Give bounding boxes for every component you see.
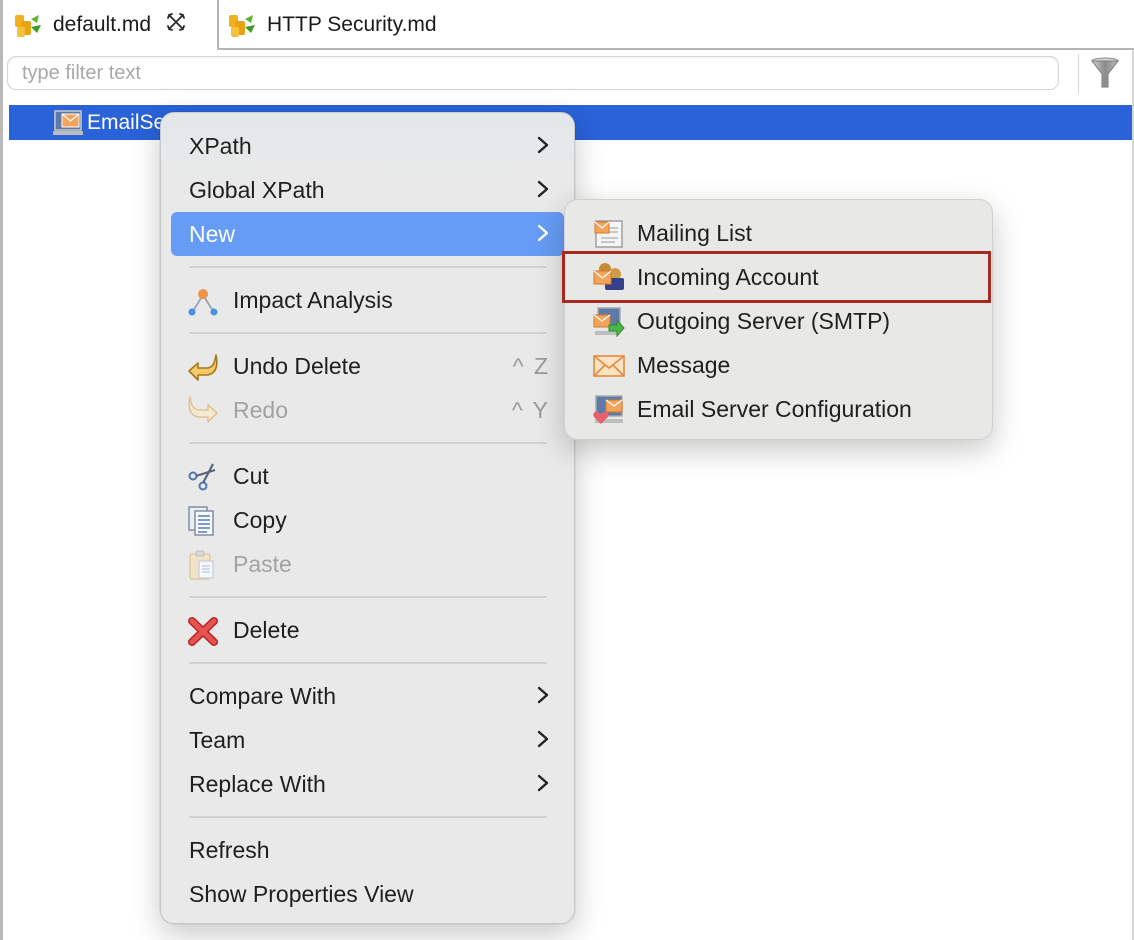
paste-icon: [187, 550, 219, 580]
menu-item-impact-analysis[interactable]: Impact Analysis: [171, 278, 564, 322]
menu-item-redo[interactable]: Redo ^ Y: [171, 388, 564, 432]
menu-item-label: Paste: [233, 550, 292, 577]
email-server-icon: [53, 109, 83, 137]
filter-input[interactable]: [7, 56, 1059, 90]
menu-item-shortcut: ^ Y: [511, 396, 550, 423]
close-icon[interactable]: [165, 11, 187, 39]
chevron-right-icon: [536, 133, 550, 157]
menu-separator: [189, 332, 547, 334]
submenu-item-outgoing-server[interactable]: Outgoing Server (SMTP): [565, 299, 992, 343]
menu-item-global-xpath[interactable]: Global XPath: [171, 168, 564, 212]
menu-item-label: Delete: [233, 616, 300, 643]
menu-item-team[interactable]: Team: [171, 718, 564, 762]
outgoing-server-icon: [593, 307, 625, 338]
tab-bar: default.md HTTP Security.md: [3, 0, 1134, 50]
menu-separator: [189, 442, 547, 444]
menu-item-new[interactable]: New: [171, 212, 564, 256]
chevron-right-icon: [536, 727, 550, 751]
impact-analysis-icon: [187, 286, 219, 316]
delete-x-icon: [187, 616, 219, 646]
tab-default-md[interactable]: default.md: [3, 0, 219, 50]
menu-item-label: XPath: [189, 132, 252, 159]
model-icon: [13, 9, 45, 41]
submenu-item-incoming-account[interactable]: Incoming Account: [562, 251, 991, 303]
menu-item-xpath[interactable]: XPath: [171, 124, 564, 168]
undo-icon: [187, 352, 219, 381]
menu-separator: [189, 662, 547, 664]
divider: [1078, 54, 1079, 94]
menu-item-label: Copy: [233, 506, 287, 533]
submenu-item-mailing-list[interactable]: Mailing List: [565, 211, 992, 255]
menu-item-show-properties-view[interactable]: Show Properties View: [171, 872, 564, 916]
chevron-right-icon: [536, 221, 550, 245]
email-server-config-icon: [593, 395, 625, 425]
mailing-list-icon: [593, 219, 625, 249]
menu-item-label: Compare With: [189, 682, 336, 709]
submenu-item-label: Mailing List: [637, 219, 753, 246]
filter-row: [3, 52, 1134, 102]
tab-label: default.md: [53, 13, 152, 36]
submenu-item-label: Outgoing Server (SMTP): [637, 307, 891, 334]
menu-item-label: New: [189, 220, 236, 247]
chevron-right-icon: [536, 771, 550, 795]
scissors-icon: [187, 462, 219, 491]
tab-label: HTTP Security.md: [267, 12, 437, 36]
menu-separator: [189, 596, 547, 598]
menu-item-replace-with[interactable]: Replace With: [171, 762, 564, 806]
copy-icon: [187, 506, 219, 536]
redo-icon: [187, 396, 219, 424]
submenu-item-label: Message: [637, 351, 731, 378]
menu-item-label: Replace With: [189, 770, 326, 797]
menu-item-compare-with[interactable]: Compare With: [171, 674, 564, 718]
chevron-right-icon: [536, 177, 550, 201]
menu-item-shortcut: ^ Z: [512, 352, 550, 379]
submenu-item-label: Email Server Configuration: [637, 395, 912, 422]
submenu-item-label: Incoming Account: [637, 263, 819, 290]
menu-item-label: Team: [189, 726, 246, 753]
incoming-account-icon: [593, 262, 625, 292]
menu-separator: [189, 816, 547, 818]
menu-item-label: Cut: [233, 462, 269, 489]
menu-item-cut[interactable]: Cut: [171, 454, 564, 498]
menu-item-label: Impact Analysis: [233, 286, 393, 313]
funnel-filter-icon: [1089, 57, 1121, 94]
submenu-item-email-server-configuration[interactable]: Email Server Configuration: [565, 387, 992, 431]
envelope-icon: [593, 351, 625, 381]
menu-item-label: Show Properties View: [189, 880, 414, 907]
chevron-right-icon: [536, 683, 550, 707]
menu-item-refresh[interactable]: Refresh: [171, 828, 564, 872]
menu-item-delete[interactable]: Delete: [171, 608, 564, 652]
menu-item-undo-delete[interactable]: Undo Delete ^ Z: [171, 344, 564, 388]
filter-button[interactable]: [1089, 56, 1121, 90]
menu-item-label: Redo: [233, 396, 288, 423]
context-menu: XPath Global XPath New Impact Analysis U…: [160, 112, 575, 924]
menu-separator: [189, 266, 547, 268]
menu-item-label: Undo Delete: [233, 352, 361, 379]
menu-item-label: Refresh: [189, 836, 270, 863]
new-submenu: Mailing List Incoming Account Outgoing S…: [562, 199, 993, 440]
tree-item-label: EmailSe: [87, 110, 166, 134]
menu-item-paste[interactable]: Paste: [171, 542, 564, 586]
tab-http-security-md[interactable]: HTTP Security.md: [221, 0, 437, 49]
menu-item-label: Global XPath: [189, 176, 325, 203]
submenu-item-message[interactable]: Message: [565, 343, 992, 387]
model-icon: [227, 9, 259, 41]
menu-item-copy[interactable]: Copy: [171, 498, 564, 542]
